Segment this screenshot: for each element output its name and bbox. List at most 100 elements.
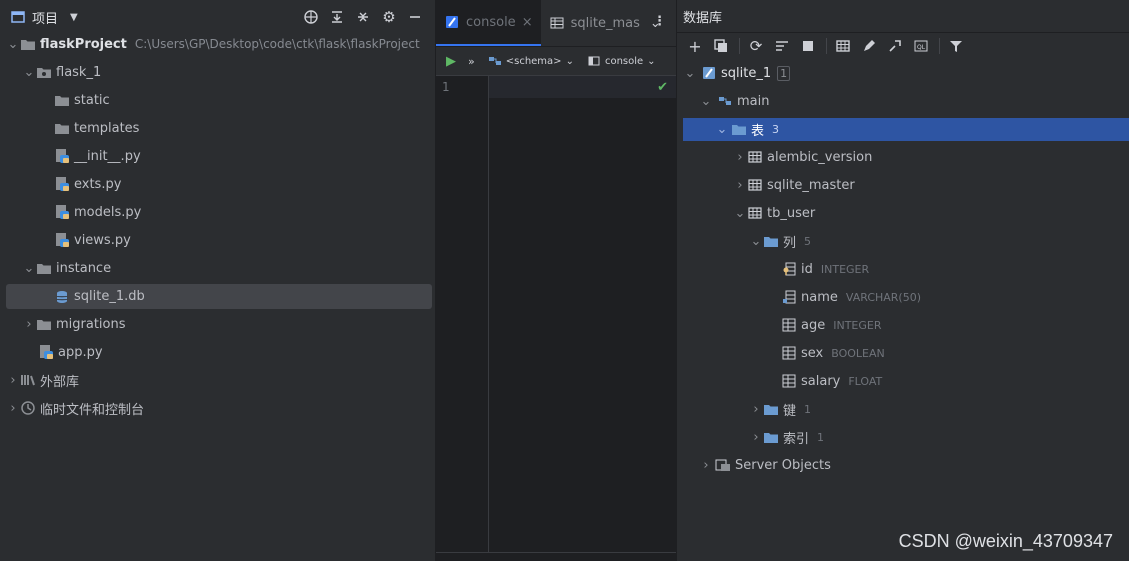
copy-icon[interactable] (711, 36, 731, 56)
current-line[interactable] (489, 76, 676, 98)
count-badge: 3 (772, 123, 780, 136)
tree-item-label: __init__.py (74, 148, 141, 164)
column-name: age (801, 317, 826, 333)
chevron-down-icon[interactable]: ⌄ (6, 37, 20, 52)
schema-selector[interactable]: <schema> ⌄ (487, 53, 574, 69)
chevron-right-icon[interactable]: › (6, 373, 20, 388)
tree-item-init-py[interactable]: __init__.py (0, 143, 435, 169)
sql-icon[interactable]: QL (911, 36, 931, 56)
tree-item-label: exts.py (74, 176, 122, 192)
chevron-right-icon[interactable]: › (749, 430, 763, 445)
count-badge: 1 (817, 430, 825, 444)
editor-bottom-border (436, 552, 676, 553)
chevron-down-icon[interactable]: ⌄ (22, 261, 36, 276)
console-toolbar: ▶ » <schema> ⌄ console ⌄ (436, 47, 676, 76)
chevron-right-icon[interactable]: › (733, 150, 747, 165)
chevron-down-icon[interactable]: ⌄ (22, 65, 36, 80)
chevron-right-icon[interactable]: › (733, 178, 747, 193)
more-actions-icon[interactable]: » (468, 55, 475, 68)
editor-tabs: console × sqlite_mas ⌄ ⋮ (436, 0, 676, 47)
db-tree-keys[interactable]: › 键 1 (677, 396, 1129, 422)
db-tree-alembic-version[interactable]: › alembic_version (677, 144, 1129, 170)
execute-icon[interactable]: ▶ (446, 54, 456, 69)
edit-icon[interactable] (859, 36, 879, 56)
db-tree-columns[interactable]: ⌄ 列 5 (677, 228, 1129, 254)
db-tree-column-age[interactable]: age INTEGER (677, 312, 1129, 338)
session-selector[interactable]: console ⌄ (586, 53, 656, 69)
tree-item-scratches[interactable]: › 临时文件和控制台 (0, 395, 435, 421)
chevron-down-icon[interactable]: ⌄ (683, 66, 697, 81)
tree-item-external-libraries[interactable]: › 外部库 (0, 367, 435, 393)
db-tree-tables[interactable]: ⌄ 表 3 (683, 118, 1129, 141)
tree-item-label: flaskProject (40, 36, 127, 52)
chevron-down-icon[interactable]: ⌄ (733, 206, 747, 221)
tree-item-static[interactable]: static (0, 87, 435, 113)
jump-icon[interactable] (885, 36, 905, 56)
db-tree-column-sex[interactable]: sex BOOLEAN (677, 340, 1129, 366)
filter-icon[interactable] (946, 36, 966, 56)
tree-item-label: tb_user (767, 205, 816, 221)
chevron-right-icon[interactable]: › (699, 458, 713, 473)
properties-icon[interactable] (772, 36, 792, 56)
chevron-right-icon[interactable]: › (22, 317, 36, 332)
python-file-icon (54, 204, 70, 220)
not-null-column-icon (781, 289, 797, 305)
chevron-right-icon[interactable]: › (749, 402, 763, 417)
close-icon[interactable]: × (522, 15, 533, 30)
tree-item-flaskproject[interactable]: ⌄ flaskProject C:\Users\GP\Desktop\code\… (0, 31, 435, 57)
tree-item-label: 外部库 (40, 374, 80, 390)
tree-item-exts-py[interactable]: exts.py (0, 171, 435, 197)
locate-icon[interactable] (301, 7, 321, 27)
tree-item-label: sqlite_master (767, 177, 855, 193)
tree-item-migrations[interactable]: › migrations (0, 311, 435, 337)
db-tree-tb-user[interactable]: ⌄ tb_user (677, 200, 1129, 226)
tree-item-templates[interactable]: templates (0, 115, 435, 141)
collapse-all-icon[interactable] (353, 7, 373, 27)
gear-icon[interactable]: ⚙ (379, 7, 399, 27)
folder-icon (20, 36, 36, 52)
tree-item-instance[interactable]: ⌄ instance (0, 255, 435, 281)
project-path: C:\Users\GP\Desktop\code\ctk\flask\flask… (134, 37, 420, 51)
tree-item-sqlite-db[interactable]: sqlite_1.db (6, 284, 432, 309)
session-badge: 1 (777, 65, 791, 81)
db-tree-column-salary[interactable]: salary FLOAT (677, 368, 1129, 394)
chevron-right-icon[interactable]: › (6, 401, 20, 416)
tab-label: sqlite_mas (570, 15, 640, 31)
column-name: sex (801, 345, 824, 361)
package-icon (36, 64, 52, 80)
tree-item-models-py[interactable]: models.py (0, 199, 435, 225)
db-tree-column-id[interactable]: id INTEGER (677, 256, 1129, 282)
tree-item-views-py[interactable]: views.py (0, 227, 435, 253)
project-view-icon[interactable] (10, 9, 26, 25)
schema-icon (717, 93, 733, 109)
project-title[interactable]: 项目 (32, 8, 58, 27)
db-tree-server-objects[interactable]: › Server Objects (677, 452, 1129, 478)
tree-item-label: 键 (783, 403, 797, 419)
stop-icon[interactable] (798, 36, 818, 56)
db-tree-sqlite-master[interactable]: › sqlite_master (677, 172, 1129, 198)
refresh-icon[interactable]: ⟳ (746, 36, 766, 56)
minimize-icon[interactable] (405, 7, 425, 27)
column-icon (781, 345, 797, 361)
add-icon[interactable]: + (685, 36, 705, 56)
chevron-down-icon[interactable]: ⌄ (699, 94, 713, 109)
tree-item-app-py[interactable]: app.py (0, 339, 435, 365)
tree-item-label: app.py (58, 344, 103, 360)
db-tree-sqlite-1[interactable]: ⌄ sqlite_1 1 (677, 60, 1129, 86)
table-icon[interactable] (833, 36, 853, 56)
schema-icon (487, 53, 503, 69)
expand-all-icon[interactable] (327, 7, 347, 27)
db-tree-indexes[interactable]: › 索引 1 (677, 424, 1129, 450)
tab-console[interactable]: console × (436, 0, 541, 46)
tab-sqlite-master[interactable]: sqlite_mas (541, 0, 648, 46)
chevron-down-icon[interactable]: ▼ (70, 12, 78, 23)
db-tree-main[interactable]: ⌄ main (677, 88, 1129, 114)
db-tree-column-name[interactable]: name VARCHAR(50) (677, 284, 1129, 310)
more-options-icon[interactable]: ⋮ (653, 14, 666, 29)
library-icon (20, 372, 36, 388)
tree-item-flask-1[interactable]: ⌄ flask_1 (0, 59, 435, 85)
checkmark-icon: ✔ (657, 80, 668, 95)
folder-icon (763, 233, 779, 249)
chevron-down-icon[interactable]: ⌄ (715, 122, 729, 137)
chevron-down-icon[interactable]: ⌄ (749, 234, 763, 249)
